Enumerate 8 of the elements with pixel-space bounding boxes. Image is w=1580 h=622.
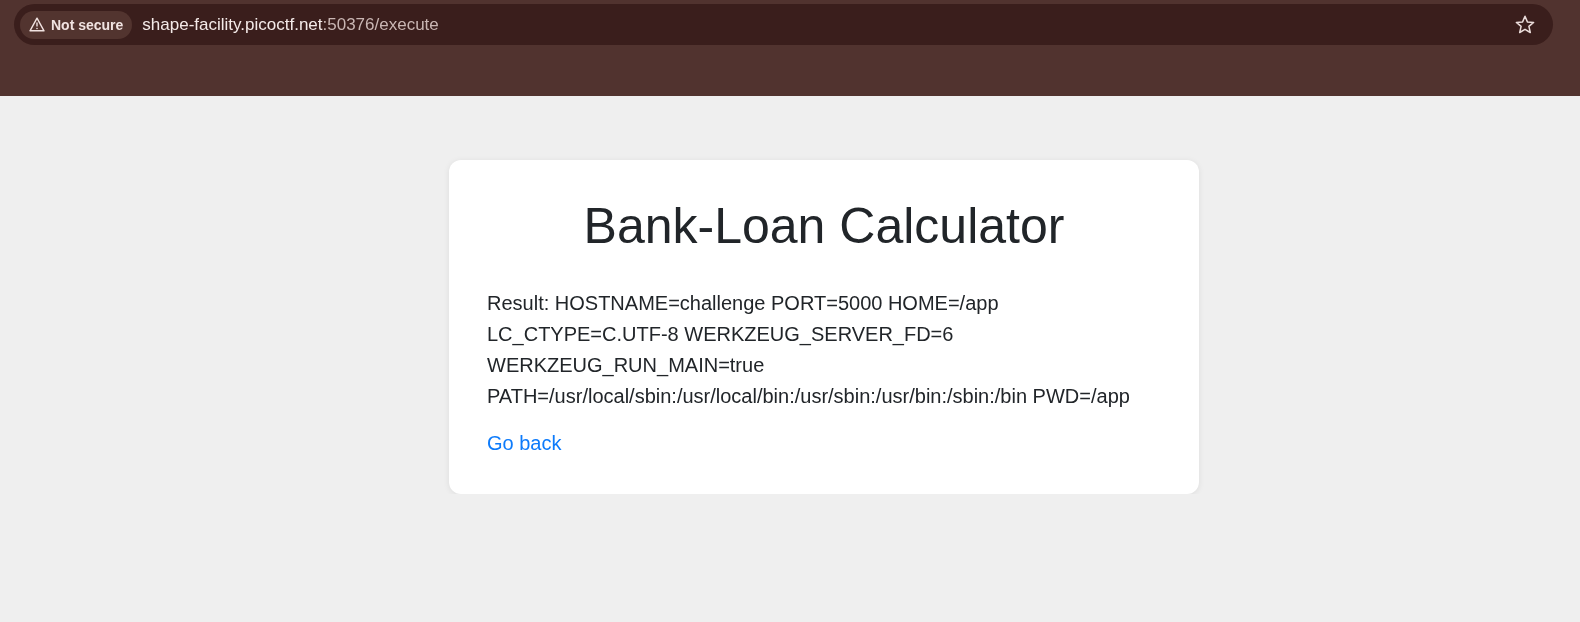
star-icon[interactable] (1515, 15, 1535, 34)
address-bar[interactable]: Not secure shape-facility.picoctf.net:50376/execute (14, 4, 1553, 45)
go-back-link[interactable]: Go back (487, 428, 562, 459)
result-text: Result: HOSTNAME=challenge PORT=5000 HOME=/app LC_CTYPE=C.UTF-8 WERKZEUG_SERVER_FD=6 WERKZEUG_RUN_MAIN=true PATH=/usr/local/sbin:/usr/local/bin:/usr/sbin:/usr/bin:/sbin:/bin PWD=/app (487, 291, 1131, 409)
url-text: shape-facility.picoctf.net:50376/execute (142, 14, 439, 35)
security-chip[interactable]: Not secure (20, 10, 133, 39)
warning-icon (29, 17, 45, 32)
page-title: Bank-Loan Calculator (583, 197, 1065, 256)
